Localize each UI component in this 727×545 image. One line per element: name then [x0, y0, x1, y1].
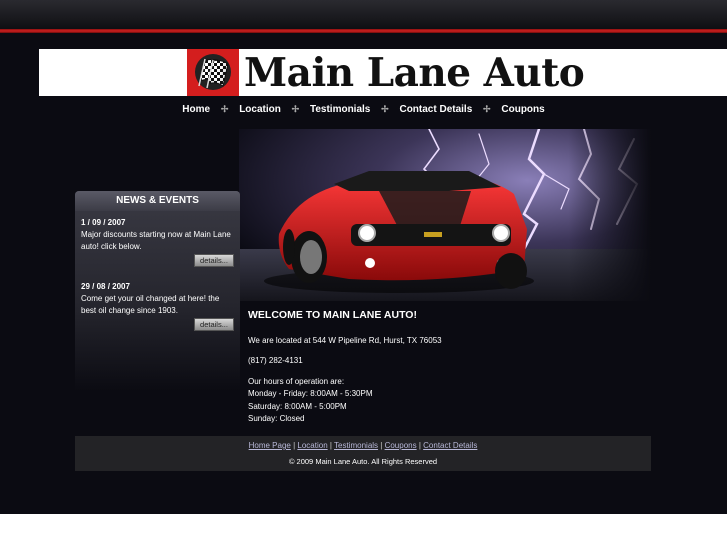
- footer-link-home[interactable]: Home Page: [249, 441, 291, 450]
- welcome-section: WELCOME TO MAIN LANE AUTO! We are locate…: [248, 309, 643, 426]
- logo[interactable]: [187, 49, 239, 96]
- hours-title: Our hours of operation are:: [248, 376, 345, 386]
- news-events-title: NEWS & EVENTS: [75, 191, 240, 211]
- nav-contact-details[interactable]: Contact Details: [399, 104, 472, 115]
- welcome-title: WELCOME TO MAIN LANE AUTO!: [248, 309, 417, 321]
- hours-weekday: Monday - Friday: 8:00AM - 5:30PM: [248, 389, 373, 398]
- news-item: 1 / 09 / 2007 Major discounts starting n…: [75, 211, 240, 275]
- address-text: We are located at 544 W Pipeline Rd, Hur…: [248, 335, 442, 345]
- news-date: 1 / 09 / 2007: [81, 218, 126, 227]
- top-bar: [0, 0, 727, 30]
- news-text: Major discounts starting now at Main Lan…: [81, 230, 231, 251]
- footer-link-location[interactable]: Location: [297, 441, 327, 450]
- footer: Home Page | Location | Testimonials | Co…: [75, 436, 651, 471]
- nav-home[interactable]: Home: [182, 104, 210, 115]
- footer-links: Home Page | Location | Testimonials | Co…: [75, 440, 651, 452]
- main-nav: Home ✢ Location ✢ Testimonials ✢ Contact…: [0, 104, 727, 120]
- details-button[interactable]: details...: [194, 254, 234, 267]
- header-banner: Main Lane Auto: [39, 49, 727, 96]
- news-date: 29 / 08 / 2007: [81, 282, 130, 291]
- footer-link-testimonials[interactable]: Testimonials: [334, 441, 378, 450]
- news-text: Come get your oil changed at here! the b…: [81, 294, 220, 315]
- nav-separator-icon: ✢: [291, 104, 300, 114]
- top-red-stripe: [0, 29, 727, 33]
- nav-location[interactable]: Location: [239, 104, 281, 115]
- nav-coupons[interactable]: Coupons: [501, 104, 544, 115]
- news-item: 29 / 08 / 2007 Come get your oil changed…: [75, 275, 240, 339]
- nav-separator-icon: ✢: [220, 104, 229, 114]
- hours-sunday: Sunday: Closed: [248, 414, 305, 423]
- checkered-flag-icon: [195, 54, 231, 90]
- page-background: Main Lane Auto Home ✢ Location ✢ Testimo…: [0, 0, 727, 514]
- phone-number: (817) 282-4131: [248, 356, 303, 365]
- nav-separator-icon: ✢: [381, 104, 389, 114]
- hours-saturday: Saturday: 8:00AM - 5:00PM: [248, 401, 347, 411]
- copyright-text: © 2009 Main Lane Auto. All Rights Reserv…: [288, 457, 438, 466]
- details-button[interactable]: details...: [194, 318, 234, 331]
- nav-testimonials[interactable]: Testimonials: [310, 104, 370, 115]
- news-events-panel: NEWS & EVENTS 1 / 09 / 2007 Major discou…: [75, 191, 240, 391]
- footer-link-contact-details[interactable]: Contact Details: [423, 441, 477, 450]
- brand-name: Main Lane Auto: [244, 50, 585, 96]
- nav-separator-icon: ✢: [483, 104, 491, 114]
- hero-image: [239, 129, 651, 301]
- footer-link-coupons[interactable]: Coupons: [385, 441, 417, 450]
